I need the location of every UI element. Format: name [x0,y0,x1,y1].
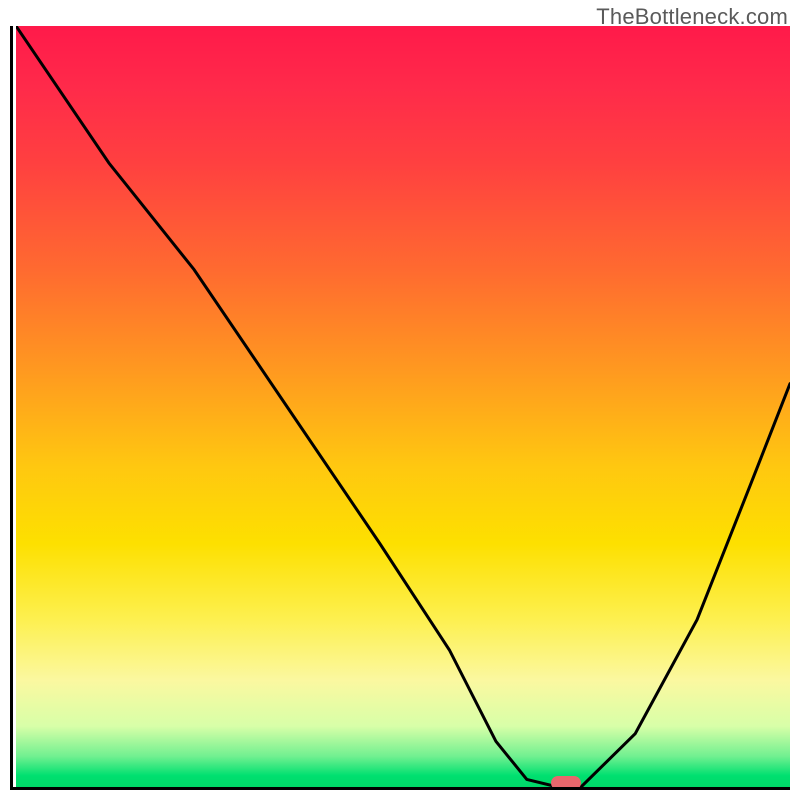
bottleneck-curve [16,26,790,787]
chart-axes [10,26,790,790]
plot-area [16,26,790,787]
optimal-point-marker [551,776,581,787]
